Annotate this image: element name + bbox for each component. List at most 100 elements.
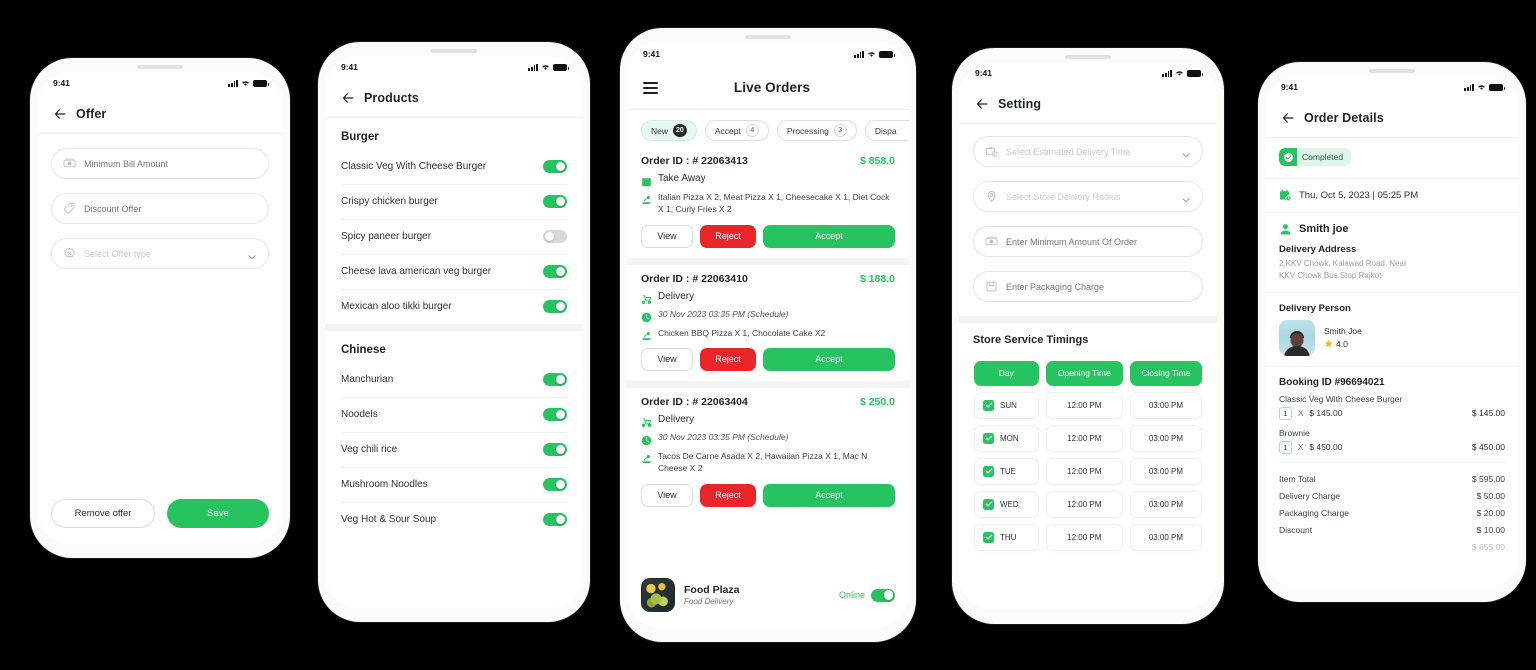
day-checkbox[interactable] xyxy=(983,498,994,510)
chevron-down-icon[interactable] xyxy=(1181,192,1191,202)
store-online-toggle[interactable] xyxy=(871,588,895,602)
tab-accept[interactable]: Accept 4 xyxy=(704,120,769,141)
closing-time-cell[interactable]: 03:00 PM xyxy=(1129,523,1202,551)
phone-mockup-live-orders: 9:41 Live Orders New 20 Accept 4 Process… xyxy=(620,28,916,642)
product-row[interactable]: Spicy paneer burger xyxy=(341,220,567,255)
opening-time-cell[interactable]: 12:00 PM xyxy=(1045,457,1123,485)
minimum-amount-of-order-field[interactable] xyxy=(973,226,1203,257)
product-availability-toggle[interactable] xyxy=(543,195,567,208)
day-checkbox[interactable] xyxy=(983,531,994,543)
discount-offer-input[interactable] xyxy=(84,203,257,214)
item-quantity[interactable]: 1 xyxy=(1279,440,1292,454)
star-icon xyxy=(1324,339,1333,350)
total-row: Packaging Charge $ 20.00 xyxy=(1279,505,1505,522)
chevron-down-icon[interactable] xyxy=(1181,147,1191,157)
signal-bars-icon xyxy=(1162,69,1172,77)
reject-button[interactable]: Reject xyxy=(700,224,756,248)
product-row[interactable]: Noodels xyxy=(341,398,567,433)
tab-processing[interactable]: Processing 3 xyxy=(776,120,857,141)
day-cell[interactable]: THU xyxy=(974,523,1039,551)
order-status-tabs[interactable]: New 20 Accept 4 Processing 3 Dispa xyxy=(627,110,909,147)
hamburger-icon[interactable] xyxy=(643,81,658,94)
back-arrow-icon[interactable] xyxy=(341,91,355,105)
discount-offer-field[interactable] xyxy=(51,193,269,224)
closing-time-cell[interactable]: 03:00 PM xyxy=(1129,424,1202,452)
product-row[interactable]: Classic Veg With Cheese Burger xyxy=(341,150,567,185)
order-details-scroll[interactable]: Completed Thu, Oct 5, 2023 | 05:25 PM Sm… xyxy=(1265,138,1519,588)
tab-dispatch[interactable]: Dispa xyxy=(864,120,909,141)
opening-time-cell[interactable]: 12:00 PM xyxy=(1045,523,1123,551)
save-button[interactable]: Save xyxy=(167,499,269,528)
store-delivery-radius-field[interactable]: Select Store Delivery Radius xyxy=(973,181,1203,212)
opening-time-cell[interactable]: 12:00 PM xyxy=(1045,424,1123,452)
minimum-bill-amount-field[interactable] xyxy=(51,148,269,179)
back-arrow-icon[interactable] xyxy=(53,107,67,121)
reject-button[interactable]: Reject xyxy=(700,347,756,371)
accept-button[interactable]: Accept xyxy=(763,483,895,507)
view-button[interactable]: View xyxy=(641,224,693,248)
product-row[interactable]: Manchurian xyxy=(341,363,567,398)
table-row: SUN 12:00 PM 03:00 PM xyxy=(974,391,1202,419)
back-arrow-icon[interactable] xyxy=(1281,111,1295,125)
day-checkbox[interactable] xyxy=(983,399,994,411)
chevron-down-icon[interactable] xyxy=(247,249,257,259)
setting-scroll[interactable]: Select Estimated Delivery Time Select St… xyxy=(959,124,1217,610)
signal-bars-icon xyxy=(854,50,864,58)
product-row[interactable]: Mushroom Noodles xyxy=(341,468,567,503)
delivery-person-rating: 4.0 xyxy=(1324,339,1362,350)
select-offer-type-field[interactable]: Select Offer type xyxy=(51,238,269,269)
estimated-delivery-time-field[interactable]: Select Estimated Delivery Time xyxy=(973,136,1203,167)
divider xyxy=(1279,461,1505,463)
closing-time-cell[interactable]: 03:00 PM xyxy=(1129,457,1202,485)
view-button[interactable]: View xyxy=(641,483,693,507)
item-quantity[interactable]: 1 xyxy=(1279,406,1292,420)
closing-time-cell[interactable]: 03:00 PM xyxy=(1129,391,1202,419)
wifi-icon xyxy=(241,79,250,87)
day-cell[interactable]: MON xyxy=(974,424,1039,452)
signal-bars-icon xyxy=(1464,83,1474,91)
closing-time-cell[interactable]: 03:00 PM xyxy=(1129,490,1202,518)
takeaway-bag-icon xyxy=(641,174,652,187)
product-availability-toggle[interactable] xyxy=(543,300,567,313)
total-value: $ 50.00 xyxy=(1476,491,1505,501)
tab-new[interactable]: New 20 xyxy=(641,120,697,141)
day-cell[interactable]: WED xyxy=(974,490,1039,518)
remove-offer-button[interactable]: Remove offer xyxy=(51,499,155,528)
section-heading: Chinese xyxy=(341,344,386,356)
product-row[interactable]: Cheese lava american veg burger xyxy=(341,255,567,290)
reject-button[interactable]: Reject xyxy=(700,483,756,507)
live-orders-scroll[interactable]: New 20 Accept 4 Processing 3 Dispa Order… xyxy=(627,110,909,569)
packaging-charge-input[interactable] xyxy=(1006,281,1191,292)
accept-button[interactable]: Accept xyxy=(763,347,895,371)
view-button[interactable]: View xyxy=(641,347,693,371)
item-unit-price: $ 145.00 xyxy=(1309,408,1343,418)
packaging-charge-field[interactable] xyxy=(973,271,1203,302)
product-row[interactable]: Veg chili rice xyxy=(341,433,567,468)
product-availability-toggle[interactable] xyxy=(543,160,567,173)
accept-button[interactable]: Accept xyxy=(763,224,895,248)
product-availability-toggle[interactable] xyxy=(543,265,567,278)
day-checkbox[interactable] xyxy=(983,465,994,477)
back-arrow-icon[interactable] xyxy=(975,97,989,111)
opening-time-cell[interactable]: 12:00 PM xyxy=(1045,391,1123,419)
product-availability-toggle[interactable] xyxy=(543,373,567,386)
product-row[interactable]: Mexican aloo tikki burger xyxy=(341,290,567,324)
day-cell[interactable]: SUN xyxy=(974,391,1039,419)
product-row[interactable]: Crispy chicken burger xyxy=(341,185,567,220)
minimum-amount-of-order-input[interactable] xyxy=(1006,236,1191,247)
opening-time-cell[interactable]: 12:00 PM xyxy=(1045,490,1123,518)
product-availability-toggle[interactable] xyxy=(543,408,567,421)
customer-name: Smith joe xyxy=(1299,223,1349,235)
product-row[interactable]: Veg Hot & Sour Soup xyxy=(341,503,567,537)
product-name: Classic Veg With Cheese Burger xyxy=(341,161,487,172)
products-list[interactable]: Burger Classic Veg With Cheese Burger Cr… xyxy=(325,118,583,608)
order-header: Order ID : # 22063404 $ 250.0 xyxy=(641,396,895,408)
product-availability-toggle[interactable] xyxy=(543,513,567,526)
day-checkbox[interactable] xyxy=(983,432,994,444)
day-cell[interactable]: TUE xyxy=(974,457,1039,485)
product-availability-toggle[interactable] xyxy=(543,443,567,456)
minimum-bill-amount-input[interactable] xyxy=(84,158,257,169)
product-availability-toggle[interactable] xyxy=(543,478,567,491)
product-availability-toggle[interactable] xyxy=(543,230,567,243)
status-bar: 9:41 xyxy=(1265,76,1519,98)
